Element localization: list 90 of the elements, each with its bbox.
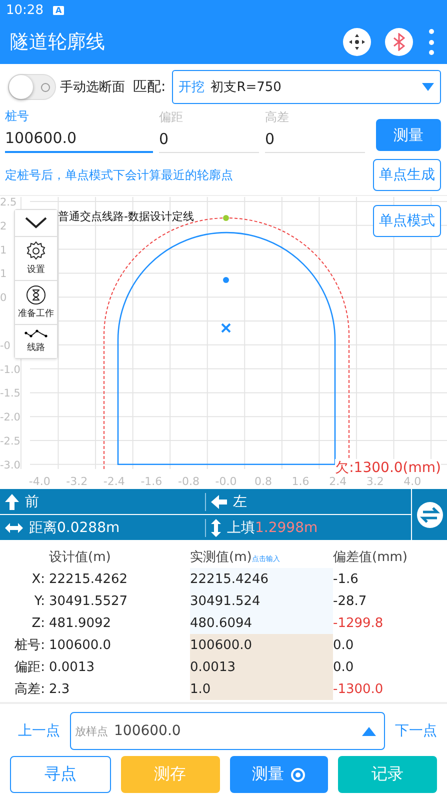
menu-item[interactable]: 准备工作 — [15, 281, 57, 325]
menu-item[interactable]: 设置 — [15, 237, 57, 281]
y-axis-label: -2.0 — [0, 412, 20, 424]
swap-icon — [416, 500, 444, 528]
x-axis-label: -2.4 — [103, 475, 125, 487]
x-axis-label: 2.4 — [329, 475, 347, 487]
x-axis-label: -3.2 — [66, 475, 88, 487]
x-axis-label: -0.0 — [215, 475, 237, 487]
row-label: 桩号: — [14, 637, 46, 655]
row-label: Y: — [33, 592, 46, 610]
table-cell: -28.7 — [333, 590, 408, 612]
double-arrow-icon — [5, 522, 23, 532]
profile-dropdown[interactable]: 开挖 初支R=750 — [172, 70, 441, 104]
x-axis-label: -0.8 — [178, 475, 200, 487]
stakeout-point-field[interactable]: 放样点 100600.0 — [70, 712, 385, 750]
input-field[interactable]: 偏距 0 — [159, 109, 259, 153]
bluetooth-icon — [393, 33, 405, 51]
chevron-down-icon — [25, 217, 47, 229]
table-cell: -1300.0 — [333, 678, 408, 700]
input-field[interactable]: 高差 0 — [265, 109, 365, 153]
direction-pad-icon — [349, 34, 365, 50]
route-line-icon — [24, 329, 48, 339]
arrow-left-icon — [211, 494, 227, 508]
measured-cell[interactable]: 480.6094 — [190, 612, 333, 634]
arrow-up-icon — [5, 494, 19, 510]
table-cell: 2.3 — [47, 678, 190, 700]
app-title: 隧道轮廓线 — [10, 30, 106, 55]
direction-pad-button[interactable] — [343, 28, 371, 56]
x-axis-label: 3.2 — [366, 475, 384, 487]
y-axis-label: 2.5 — [0, 197, 17, 208]
notification-badge: A — [53, 6, 64, 14]
hint-text: 定桩号后，单点模式下会计算最近的轮廓点 — [5, 166, 234, 184]
match-label: 匹配: — [133, 78, 166, 96]
y-axis-label: 1 — [0, 268, 7, 280]
hourglass-icon — [26, 285, 46, 305]
y-axis-label: 0 — [0, 292, 7, 304]
table-cell: 0.0 — [333, 656, 408, 678]
dropdown-arrow-icon — [422, 83, 434, 91]
plot-title: 普通交点线路-数据设计定线 — [58, 209, 194, 224]
measured-cell[interactable]: 30491.524 — [190, 590, 333, 612]
row-label: 偏距: — [14, 659, 46, 677]
dropdown-arrow-icon — [362, 726, 376, 736]
direction-text: 前 — [25, 492, 39, 510]
distance-text: 距离0.0288m — [29, 518, 120, 536]
center-point — [223, 277, 229, 283]
table-cell: 481.9092 — [47, 612, 190, 634]
target-icon — [290, 766, 306, 782]
table-cell: -1.6 — [333, 568, 408, 590]
table-cell: -1299.8 — [333, 612, 408, 634]
column-header: 偏差值(mm) — [333, 546, 408, 568]
table-cell: 22215.4262 — [47, 568, 190, 590]
measured-cell[interactable]: 1.0 — [190, 678, 333, 700]
measured-cell[interactable]: 100600.0 — [190, 634, 333, 656]
y-axis-label: 1 — [0, 244, 7, 256]
column-header: 设计值(m) — [47, 546, 190, 568]
x-axis-label: 0.8 — [254, 475, 272, 487]
toggle-label: 手动选断面 — [60, 79, 125, 96]
status-time: 10:28 — [6, 2, 44, 18]
direction-text: 左 — [233, 492, 247, 510]
measured-cell[interactable]: 0.0013 — [190, 656, 333, 678]
menu-item[interactable] — [15, 210, 57, 237]
y-axis-label: 2 — [0, 220, 7, 232]
row-label: 高差: — [14, 681, 46, 699]
fill-text: 上填1.2998m — [227, 518, 318, 536]
table-cell: 0.0 — [333, 634, 408, 656]
row-label: Z: — [30, 614, 46, 632]
gear-icon — [26, 241, 46, 261]
more-menu-button[interactable] — [427, 29, 435, 55]
vertical-arrow-icon — [211, 518, 221, 536]
x-axis-label: 4.0 — [404, 475, 422, 487]
y-axis-label: -2.5 — [0, 436, 20, 448]
table-cell: 100600.0 — [47, 634, 190, 656]
y-axis-label: -1.5 — [0, 388, 20, 400]
crown-point — [223, 215, 229, 221]
menu-item[interactable]: 线路 — [15, 325, 57, 358]
bluetooth-button[interactable] — [385, 28, 413, 56]
y-axis-label: -3.0 — [0, 459, 20, 472]
x-axis-label: -4.0 — [28, 475, 50, 487]
input-field[interactable]: 桩号 100600.0 — [5, 108, 153, 153]
row-label: X: — [30, 570, 46, 588]
y-axis-label: -0 — [0, 340, 10, 352]
y-axis-label: -1.0 — [0, 364, 20, 376]
table-cell: 30491.5527 — [47, 590, 190, 612]
x-axis-label: 1.6 — [292, 475, 310, 487]
x-axis-label: -1.6 — [140, 475, 162, 487]
table-cell: 0.0013 — [47, 656, 190, 678]
measured-cell[interactable]: 22215.4246 — [190, 568, 333, 590]
toggle-switch[interactable] — [8, 74, 56, 100]
cross-marker — [221, 323, 231, 333]
shortfall-label: 欠:1300.0(mm) — [335, 459, 441, 477]
